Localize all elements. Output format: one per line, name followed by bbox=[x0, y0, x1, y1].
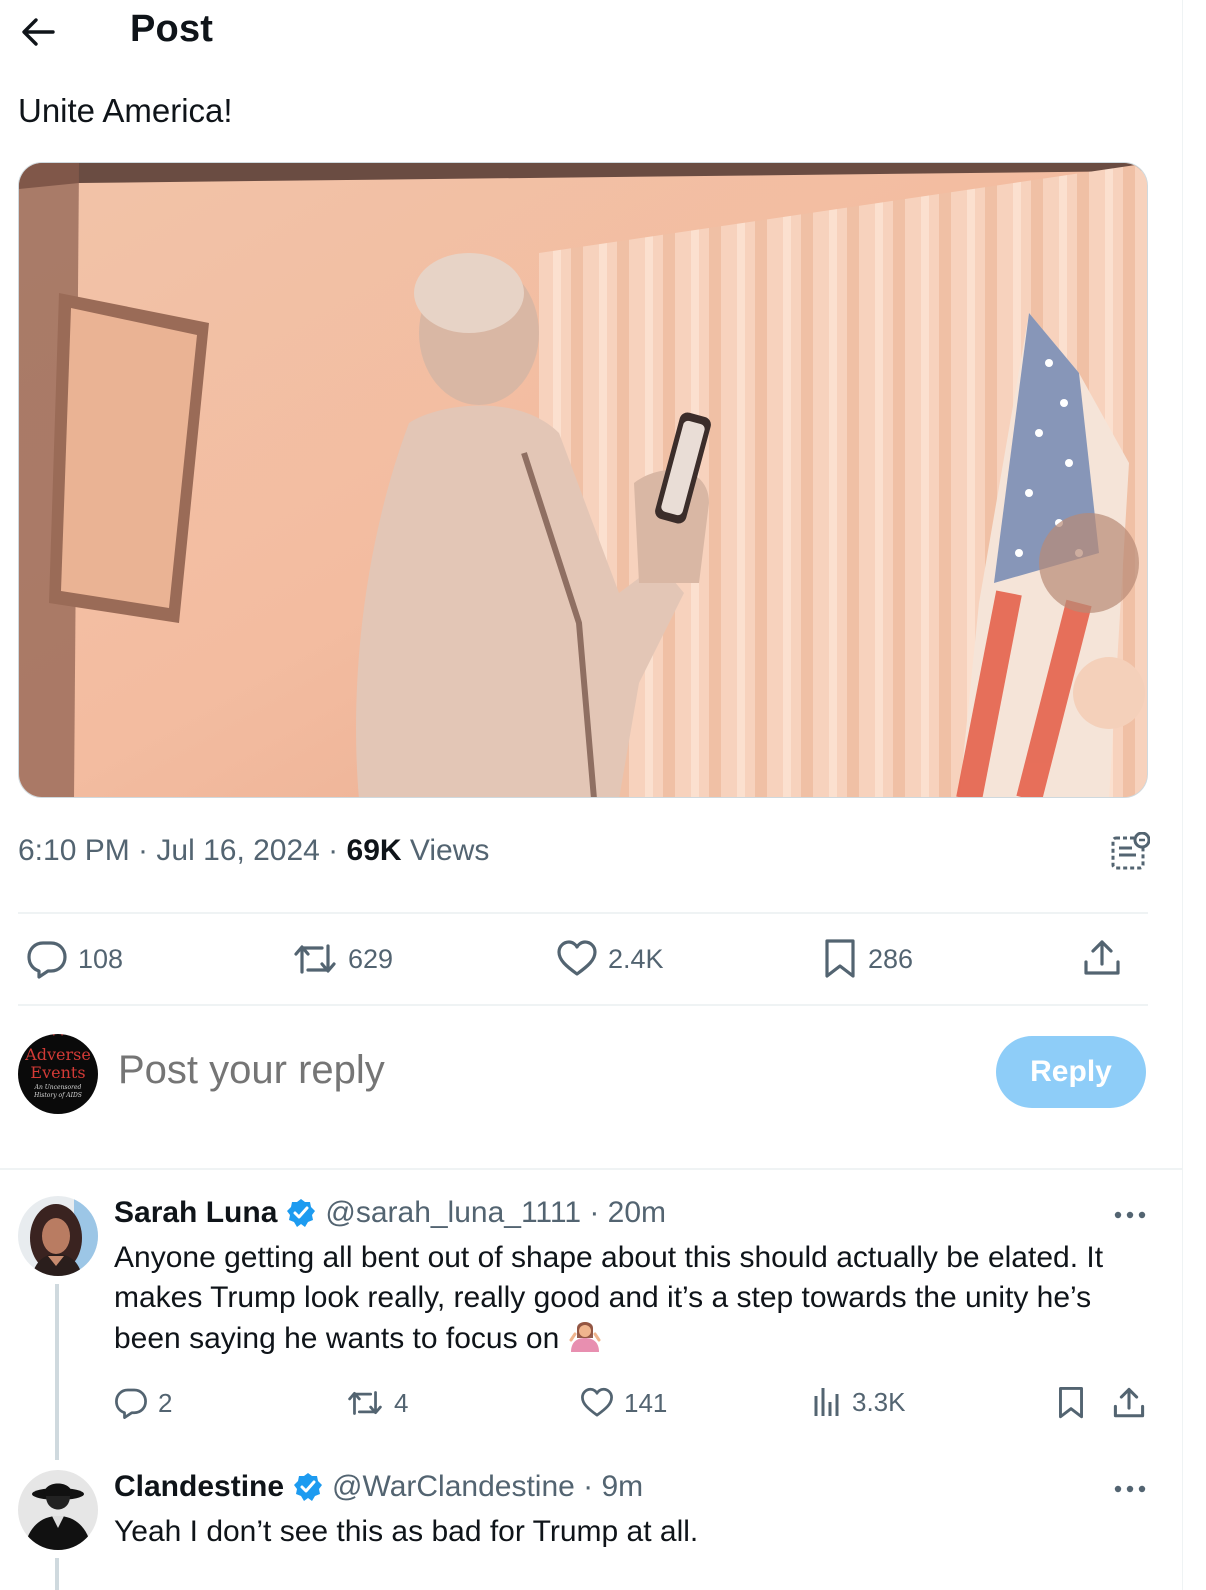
repost-count: 629 bbox=[348, 943, 394, 974]
bookmark-action[interactable] bbox=[1056, 1386, 1086, 1420]
more-options-button[interactable] bbox=[1110, 1482, 1150, 1512]
page-title: Post bbox=[130, 8, 214, 50]
reply-text-content: Anyone getting all bent out of shape abo… bbox=[114, 1241, 1104, 1355]
column-border bbox=[1182, 0, 1183, 1590]
share-icon bbox=[1084, 940, 1120, 975]
shrug-emoji-icon bbox=[567, 1318, 603, 1365]
analytics-button[interactable] bbox=[1110, 831, 1151, 872]
verified-badge-icon bbox=[294, 1473, 323, 1501]
reply-action[interactable]: 2 bbox=[114, 1386, 172, 1420]
avatar[interactable] bbox=[18, 1196, 98, 1276]
post-timestamp[interactable]: 6:10 PM · Jul 16, 2024 · bbox=[18, 834, 347, 867]
avatar-photo bbox=[18, 1196, 98, 1276]
current-user-avatar[interactable]: · · · · Adverse Events An Uncensored His… bbox=[18, 1034, 98, 1114]
reply-text: Anyone getting all bent out of shape abo… bbox=[114, 1238, 1154, 1365]
arrow-left-icon bbox=[22, 18, 55, 46]
like-count: 141 bbox=[624, 1387, 668, 1418]
views-bar-chart-icon bbox=[814, 1388, 839, 1416]
like-action[interactable]: 141 bbox=[580, 1386, 667, 1420]
reply-icon bbox=[27, 941, 67, 979]
video-frame-image bbox=[19, 163, 1147, 797]
analytics-icon bbox=[1111, 831, 1151, 870]
views-action[interactable]: 3.3K bbox=[812, 1386, 906, 1418]
bookmark-action[interactable]: 286 bbox=[822, 938, 913, 980]
post-video[interactable] bbox=[18, 162, 1148, 798]
reply-header: Clandestine @WarClandestine · 9m bbox=[114, 1470, 643, 1504]
reply-input[interactable] bbox=[118, 1048, 938, 1093]
thread-line bbox=[55, 1284, 59, 1460]
more-options-button[interactable] bbox=[1110, 1208, 1150, 1238]
repost-icon bbox=[348, 1391, 382, 1415]
author-name[interactable]: Sarah Luna bbox=[114, 1196, 277, 1230]
bookmark-icon bbox=[825, 939, 855, 978]
header: Post bbox=[0, 0, 1182, 64]
more-dots-icon bbox=[1114, 1211, 1146, 1219]
views-count: 69K bbox=[346, 834, 402, 867]
like-count: 2.4K bbox=[608, 943, 664, 974]
author-name[interactable]: Clandestine bbox=[114, 1470, 284, 1504]
reply-text: Yeah I don’t see this as bad for Trump a… bbox=[114, 1515, 699, 1548]
reply-header: Sarah Luna @sarah_luna_1111 · 20m bbox=[114, 1196, 666, 1230]
views-label: Views bbox=[401, 834, 490, 867]
more-dots-icon bbox=[1114, 1485, 1146, 1493]
verified-badge-icon bbox=[287, 1199, 316, 1227]
reply-icon bbox=[115, 1388, 147, 1419]
like-action[interactable]: 2.4K bbox=[556, 938, 664, 980]
repost-icon bbox=[294, 944, 336, 974]
post-text: Unite America! bbox=[18, 92, 233, 129]
repost-count: 4 bbox=[394, 1387, 409, 1418]
avatar[interactable] bbox=[18, 1470, 98, 1550]
heart-icon bbox=[557, 940, 597, 976]
author-handle-time[interactable]: @sarah_luna_1111 · 20m bbox=[325, 1196, 666, 1230]
reply-action[interactable]: 108 bbox=[26, 938, 123, 980]
repost-action[interactable]: 629 bbox=[292, 938, 393, 980]
reply-button[interactable]: Reply bbox=[996, 1036, 1146, 1108]
repost-action[interactable]: 4 bbox=[346, 1386, 408, 1420]
share-action[interactable] bbox=[1082, 938, 1122, 978]
share-action[interactable] bbox=[1112, 1386, 1146, 1420]
share-icon bbox=[1113, 1387, 1145, 1418]
views-count: 3.3K bbox=[852, 1386, 906, 1417]
thread-line bbox=[55, 1558, 59, 1590]
divider bbox=[0, 1168, 1182, 1170]
avatar-book-subtitle: An Uncensored History of AIDS bbox=[34, 1084, 82, 1099]
avatar-book-title: Adverse Events bbox=[25, 1045, 91, 1082]
post-metadata: 6:10 PM · Jul 16, 2024 · 69K Views bbox=[18, 834, 489, 868]
reply-count: 108 bbox=[78, 943, 124, 974]
author-handle-time[interactable]: @WarClandestine · 9m bbox=[332, 1470, 643, 1504]
reply-count: 2 bbox=[158, 1387, 173, 1418]
divider bbox=[18, 1004, 1148, 1006]
avatar-photo bbox=[18, 1470, 98, 1550]
heart-icon bbox=[581, 1387, 613, 1417]
bookmark-icon bbox=[1059, 1386, 1083, 1419]
bookmark-count: 286 bbox=[868, 943, 914, 974]
back-button[interactable] bbox=[16, 12, 60, 52]
divider bbox=[18, 912, 1148, 914]
